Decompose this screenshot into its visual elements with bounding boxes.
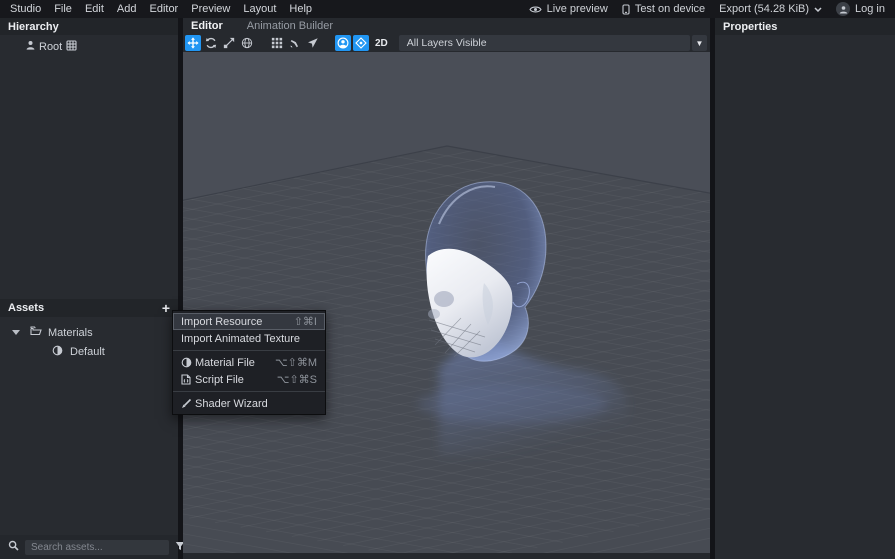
scale-tool-button[interactable]	[221, 35, 237, 51]
assets-tree: Materials Default	[0, 317, 178, 535]
material-file-icon	[181, 357, 195, 368]
default-material-label: Default	[70, 346, 105, 358]
menu-studio[interactable]: Studio	[10, 3, 41, 15]
menu-editor[interactable]: Editor	[149, 3, 178, 15]
eye-icon	[529, 5, 542, 14]
assets-item-default-material[interactable]: Default	[0, 344, 178, 359]
login-label: Log in	[855, 3, 885, 15]
context-item-import-animated-texture[interactable]: Import Animated Texture	[173, 330, 325, 347]
look-at-button[interactable]	[305, 35, 321, 51]
scene-canvas	[183, 52, 710, 553]
script-file-icon	[181, 374, 195, 385]
grid-icon	[271, 37, 283, 49]
menu-edit[interactable]: Edit	[85, 3, 104, 15]
grid-badge-icon	[66, 40, 77, 54]
properties-title: Properties	[723, 21, 777, 33]
menu-help[interactable]: Help	[289, 3, 312, 15]
assets-header: Assets +	[0, 299, 178, 317]
fly-mode-button[interactable]	[287, 35, 303, 51]
material-file-shortcut: ⌥⇧⌘M	[275, 356, 317, 369]
move-tool-button[interactable]	[185, 35, 201, 51]
wand-icon	[181, 398, 195, 409]
menubar-right: Live preview Test on device Export (54.2…	[529, 2, 885, 16]
import-resource-shortcut: ⇧⌘I	[294, 315, 317, 328]
layers-dropdown-value: All Layers Visible	[407, 37, 487, 49]
tab-editor[interactable]: Editor	[191, 20, 223, 32]
editor-tabbar: Editor Animation Builder	[183, 18, 710, 34]
world-space-button[interactable]	[239, 35, 255, 51]
import-animated-texture-label: Import Animated Texture	[181, 333, 300, 345]
root-label: Root	[39, 41, 62, 53]
assets-search-bar	[0, 535, 178, 559]
target-diamond-icon	[355, 37, 367, 49]
app-window: Studio File Edit Add Editor Preview Layo…	[0, 0, 895, 559]
menu-layout[interactable]: Layout	[243, 3, 276, 15]
context-item-shader-wizard[interactable]: Shader Wizard	[173, 395, 325, 412]
grid-snap-button[interactable]	[269, 35, 285, 51]
gizmo-toggle-button[interactable]	[353, 35, 369, 51]
test-on-device-button[interactable]: Test on device	[622, 3, 705, 15]
jet-icon	[289, 37, 301, 49]
tab-animation-builder[interactable]: Animation Builder	[247, 20, 333, 32]
hierarchy-tree: Root	[0, 35, 178, 299]
menu-add[interactable]: Add	[117, 3, 137, 15]
search-icon	[8, 540, 19, 554]
live-preview-label: Live preview	[547, 3, 608, 15]
scale-icon	[223, 37, 235, 49]
globe-icon	[241, 37, 253, 49]
viewport-3d[interactable]	[183, 52, 710, 553]
device-icon	[622, 4, 630, 15]
face-mode-button[interactable]	[335, 35, 351, 51]
test-on-device-label: Test on device	[635, 3, 705, 15]
hierarchy-item-root[interactable]: Root	[0, 39, 178, 54]
move-icon	[187, 37, 199, 49]
hierarchy-header: Hierarchy	[0, 18, 178, 35]
person-icon	[26, 40, 35, 53]
rotate-tool-button[interactable]	[203, 35, 219, 51]
properties-header: Properties	[715, 18, 895, 35]
caret-down-icon: ▼	[696, 39, 704, 48]
script-file-shortcut: ⌥⇧⌘S	[277, 373, 317, 386]
assets-title: Assets	[8, 302, 44, 314]
add-asset-button[interactable]: +	[162, 303, 170, 313]
material-sphere-icon	[52, 345, 63, 359]
layers-dropdown[interactable]: All Layers Visible	[399, 35, 690, 51]
script-file-label: Script File	[195, 374, 244, 386]
chevron-down-icon	[814, 7, 822, 12]
mode-2d-button[interactable]: 2D	[375, 38, 388, 49]
eye-socket-shadow	[434, 291, 454, 307]
layers-dropdown-caret-button[interactable]: ▼	[692, 35, 707, 51]
context-item-material-file[interactable]: Material File ⌥⇧⌘M	[173, 354, 325, 371]
menu-file[interactable]: File	[54, 3, 72, 15]
login-button[interactable]: Log in	[836, 2, 885, 16]
context-menu-separator	[173, 350, 325, 351]
avatar	[836, 2, 850, 16]
shader-wizard-label: Shader Wizard	[195, 398, 268, 410]
left-panel: Hierarchy Root Assets +	[0, 18, 178, 559]
tree-expand-caret-icon[interactable]	[12, 330, 20, 335]
context-item-script-file[interactable]: Script File ⌥⇧⌘S	[173, 371, 325, 388]
menu-bar: Studio File Edit Add Editor Preview Layo…	[0, 0, 895, 18]
nose-shadow	[428, 309, 440, 319]
editor-panel: Editor Animation Builder	[183, 18, 710, 559]
materials-folder-label: Materials	[48, 327, 93, 339]
navigation-arrow-icon	[307, 37, 319, 49]
face-in-circle-icon	[337, 37, 349, 49]
assets-context-menu: Import Resource ⇧⌘I Import Animated Text…	[172, 310, 326, 415]
context-menu-separator	[173, 391, 325, 392]
rotate-icon	[205, 37, 217, 49]
live-preview-button[interactable]: Live preview	[529, 3, 608, 15]
hierarchy-title: Hierarchy	[8, 21, 59, 33]
properties-panel: Properties	[715, 18, 895, 559]
context-item-import-resource[interactable]: Import Resource ⇧⌘I	[173, 313, 325, 330]
menu-preview[interactable]: Preview	[191, 3, 230, 15]
folder-open-icon	[30, 326, 42, 339]
import-resource-label: Import Resource	[181, 316, 262, 328]
export-label: Export (54.28 KiB)	[719, 3, 809, 15]
editor-toolbar: 2D All Layers Visible ▼	[183, 34, 710, 52]
material-file-label: Material File	[195, 357, 255, 369]
search-assets-input[interactable]	[25, 540, 169, 555]
export-button[interactable]: Export (54.28 KiB)	[719, 3, 822, 15]
assets-folder-materials[interactable]: Materials	[0, 325, 178, 340]
